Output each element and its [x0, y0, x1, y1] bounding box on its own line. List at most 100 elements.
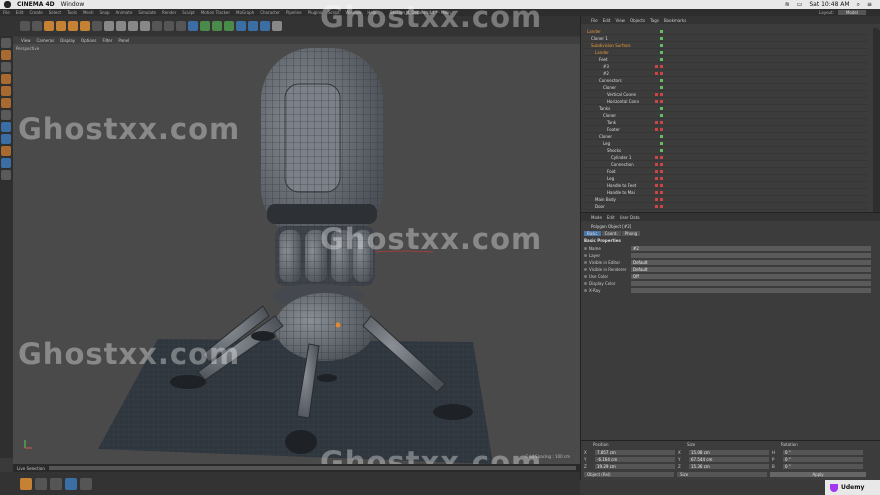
- coordinate-mode-select[interactable]: Object (Rel): [584, 472, 674, 477]
- checkmark-icon[interactable]: [660, 85, 663, 89]
- tag-icon[interactable]: [660, 162, 663, 166]
- rotation-field[interactable]: 0 °: [783, 457, 863, 462]
- checkmark-icon[interactable]: [660, 141, 663, 145]
- object-row[interactable]: Door: [583, 203, 868, 210]
- checkmark-icon[interactable]: [660, 134, 663, 138]
- lock-workplane-icon[interactable]: [1, 146, 11, 156]
- menu-item-pipeline[interactable]: Pipeline: [286, 10, 302, 15]
- om-menu-view[interactable]: View: [615, 18, 625, 23]
- checkmark-icon[interactable]: [660, 148, 663, 152]
- tag-icon[interactable]: [655, 120, 658, 124]
- camera-icon[interactable]: [260, 21, 270, 31]
- position-field[interactable]: -6.164 cm: [595, 457, 675, 462]
- spline-pen-icon[interactable]: [200, 21, 210, 31]
- tag-icon[interactable]: [655, 71, 658, 75]
- subdivision-icon[interactable]: [212, 21, 222, 31]
- keyframe-dot-icon[interactable]: [584, 274, 587, 278]
- battery-icon[interactable]: ▭: [797, 1, 803, 8]
- recent-tool-icon[interactable]: [92, 21, 102, 31]
- checkmark-icon[interactable]: [660, 106, 663, 110]
- keyframe-dot-icon[interactable]: [584, 246, 587, 250]
- model-mode-icon[interactable]: [1, 50, 11, 60]
- coord-system-icon[interactable]: [140, 21, 150, 31]
- edges-mode-icon[interactable]: [1, 86, 11, 96]
- points-mode-icon[interactable]: [1, 74, 11, 84]
- checkmark-icon[interactable]: [660, 50, 663, 54]
- render-picture-viewer-icon[interactable]: [164, 21, 174, 31]
- menu-item-edit[interactable]: Edit: [16, 10, 24, 15]
- tag-icon[interactable]: [655, 183, 658, 187]
- rotation-field[interactable]: 0 °: [783, 464, 863, 469]
- object-row[interactable]: #3: [583, 63, 868, 70]
- attribute-value[interactable]: Default: [631, 266, 871, 272]
- tag-icon[interactable]: [660, 155, 663, 159]
- solo-icon[interactable]: [1, 170, 11, 180]
- om-menu-tags[interactable]: Tags: [650, 18, 659, 23]
- object-row[interactable]: Connectors: [583, 77, 868, 84]
- tag-icon[interactable]: [660, 169, 663, 173]
- search-icon[interactable]: ⌕: [857, 1, 860, 9]
- tag-icon[interactable]: [660, 183, 663, 187]
- material-icon[interactable]: [65, 477, 77, 490]
- clock[interactable]: Sat 10:48 AM: [809, 1, 849, 8]
- menu-list-icon[interactable]: ≡: [867, 1, 872, 8]
- frame-icon[interactable]: [80, 477, 92, 490]
- tag-icon[interactable]: [655, 190, 658, 194]
- object-row[interactable]: Connection: [583, 161, 868, 168]
- am-menu-user-data[interactable]: User Data: [620, 215, 640, 220]
- layout-select[interactable]: Model: [837, 10, 866, 15]
- axis-mode-icon[interactable]: [1, 110, 11, 120]
- render-view-icon[interactable]: [152, 21, 162, 31]
- window-menu[interactable]: Window: [61, 1, 85, 8]
- attribute-value[interactable]: Off: [631, 273, 871, 279]
- attribute-value[interactable]: [631, 287, 871, 293]
- object-row[interactable]: Cloner: [583, 84, 868, 91]
- tag-icon[interactable]: [655, 162, 658, 166]
- polygons-mode-icon[interactable]: [1, 98, 11, 108]
- tag-icon[interactable]: [655, 92, 658, 96]
- object-row[interactable]: Cloner: [583, 112, 868, 119]
- object-row[interactable]: #2: [583, 70, 868, 77]
- menu-item-select[interactable]: Select: [49, 10, 61, 15]
- tag-icon[interactable]: [660, 204, 663, 208]
- tag-icon[interactable]: [660, 99, 663, 103]
- object-row[interactable]: Handle to Feet: [583, 182, 868, 189]
- redo-icon[interactable]: [32, 21, 42, 31]
- size-field[interactable]: 15.08 cm: [689, 450, 769, 455]
- tag-icon[interactable]: [655, 127, 658, 131]
- attribute-value[interactable]: #2: [631, 245, 871, 251]
- object-row[interactable]: Cloner: [583, 133, 868, 140]
- viewport-menu-view[interactable]: View: [21, 38, 31, 43]
- rotation-field[interactable]: 0 °: [783, 450, 863, 455]
- object-row[interactable]: Tanks: [583, 105, 868, 112]
- object-row[interactable]: Lander: [583, 28, 868, 35]
- tag-icon[interactable]: [660, 120, 663, 124]
- object-row[interactable]: Cloner 1: [583, 35, 868, 42]
- record-icon[interactable]: [35, 477, 47, 490]
- menu-item-render[interactable]: Render: [162, 10, 176, 15]
- om-menu-bookmarks[interactable]: Bookmarks: [664, 18, 686, 23]
- size-mode-select[interactable]: Size: [677, 472, 767, 477]
- viewport-menu-filter[interactable]: Filter: [102, 38, 112, 43]
- object-row[interactable]: Vertical Conne: [583, 91, 868, 98]
- object-row[interactable]: Horizontal Conn: [583, 98, 868, 105]
- object-row[interactable]: Cylinder 1: [583, 154, 868, 161]
- menu-item-mograph[interactable]: MoGraph: [236, 10, 254, 15]
- attribute-value[interactable]: [631, 252, 871, 258]
- menu-item-sculpt[interactable]: Sculpt: [182, 10, 195, 15]
- viewport-menu-cameras[interactable]: Cameras: [37, 38, 55, 43]
- workplane-icon[interactable]: [1, 134, 11, 144]
- tag-icon[interactable]: [660, 176, 663, 180]
- attribute-value[interactable]: Default: [631, 259, 871, 265]
- object-row[interactable]: Footer: [583, 126, 868, 133]
- tag-icon[interactable]: [655, 155, 658, 159]
- checkmark-icon[interactable]: [660, 36, 663, 40]
- app-name[interactable]: CINEMA 4D: [17, 1, 55, 8]
- position-field[interactable]: 19.29 cm: [595, 464, 675, 469]
- tag-icon[interactable]: [655, 204, 658, 208]
- keyframe-dot-icon[interactable]: [584, 253, 587, 257]
- am-menu-edit[interactable]: Edit: [607, 215, 615, 220]
- menu-item-mesh[interactable]: Mesh: [83, 10, 94, 15]
- menu-item-tools[interactable]: Tools: [67, 10, 77, 15]
- scale-icon[interactable]: [68, 21, 78, 31]
